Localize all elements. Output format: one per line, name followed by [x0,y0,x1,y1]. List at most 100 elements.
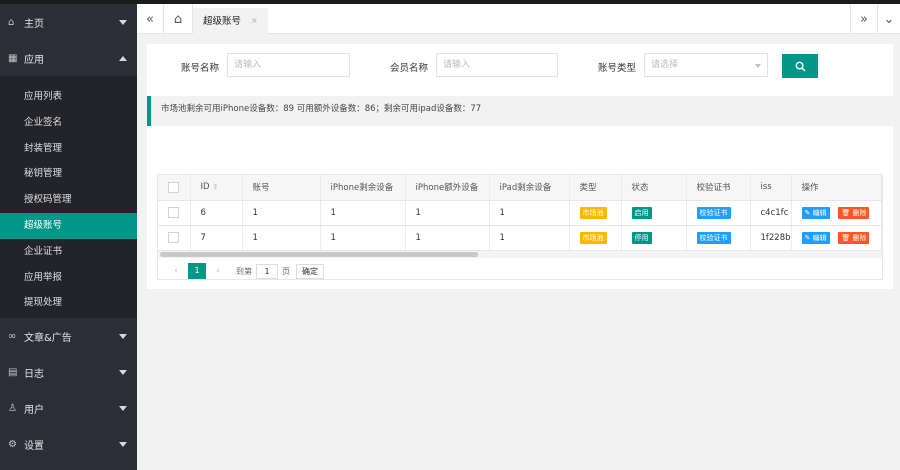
trash-icon: 🗑 [841,208,851,217]
edit-icon: ✎ [804,233,811,242]
sidebar-subitem[interactable]: 封装管理 [0,136,137,162]
column-header: 状态 [621,175,687,201]
sidebar-subitem[interactable]: 应用举报 [0,265,137,291]
column-header: 类型 [569,175,622,201]
select-all-checkbox[interactable] [168,181,179,193]
column-header: iss [750,175,792,201]
cell-id: 6 [190,200,243,226]
close-icon[interactable]: × [251,16,258,25]
check-cert-button[interactable]: 校验证书 [696,206,731,219]
sidebar-item-settings[interactable]: ⚙ 设置 [0,426,137,462]
sort-icon[interactable]: ⇕ [213,183,219,191]
filter-bar: 账号名称 请输入 会员名称 请输入 账号类型 请选择 [147,44,893,92]
table-row: 7 1 1 1 1 市场池 停用 校验证书 1f228b ✎ 编辑 🗑 删除 [158,225,883,251]
home-tab-icon[interactable]: ⌂ [167,4,189,34]
main-area: « ⌂ 超级账号 × » ⌄ 账号名称 请输入 会员名称 请输入 账号类型 请选… [137,4,900,470]
sidebar-item-apps[interactable]: ▦ 应用 [0,40,137,76]
sidebar-subitem[interactable]: 秘钥管理 [0,161,137,187]
cell-actions: ✎ 编辑 🗑 删除 [791,200,883,226]
cell-iphone-extra: 1 [405,225,490,251]
trash-icon: 🗑 [841,233,851,242]
sidebar-subitem[interactable]: 应用列表 [0,84,137,110]
search-icon [795,61,805,71]
row-select-cell [158,200,191,226]
member-name-input[interactable]: 请输入 [436,53,558,77]
delete-label: 删除 [852,233,867,242]
gear-icon: ⚙ [8,438,17,450]
status-badge: 启用 [631,206,652,219]
chevron-down-icon [119,441,127,447]
select-all-cell [158,175,191,201]
delete-button[interactable]: 🗑 删除 [838,231,870,244]
sidebar-item-label: 主页 [24,18,44,30]
cell-iphone-extra: 1 [405,200,490,226]
tab-super-account[interactable]: 超级账号 × [193,8,268,34]
content-card: 账号名称 请输入 会员名称 请输入 账号类型 请选择 市场池剩余可用iPhone… [147,44,893,289]
sidebar-item-label: 设置 [24,440,44,452]
current-page[interactable]: 1 [188,263,206,279]
next-page-icon[interactable]: › [210,266,226,276]
cell-ipad-left: 1 [489,225,570,251]
chevron-down-icon [119,19,127,25]
account-type-label: 账号类型 [598,63,637,74]
cell-account: 1 [242,200,321,226]
sidebar-subitem[interactable]: 企业签名 [0,110,137,136]
edit-button[interactable]: ✎ 编辑 [801,231,830,244]
cell-account: 1 [242,225,321,251]
column-header-id[interactable]: ID ⇕ [190,175,243,201]
cell-iss: 1f228b [750,225,792,251]
prev-page-icon[interactable]: ‹ [168,266,184,276]
tabs-scroll-left-icon[interactable]: « [139,4,161,34]
select-placeholder: 请选择 [651,60,679,70]
account-name-input[interactable]: 请输入 [227,53,350,77]
cell-iphone-left: 1 [320,225,406,251]
sidebar-subitem[interactable]: 提现处理 [0,290,137,316]
edit-button[interactable]: ✎ 编辑 [801,206,830,219]
cell-id: 7 [190,225,243,251]
sidebar-item-users[interactable]: ♙ 用户 [0,390,137,426]
chevron-up-icon [119,55,127,61]
delete-button[interactable]: 🗑 删除 [838,206,870,219]
accounts-table: ID ⇕ 账号 iPhone剩余设备 iPhone额外设备 iPad剩余设备 类型… [157,174,883,280]
divider [163,4,164,34]
account-name-label: 账号名称 [181,63,220,74]
goto-label: 到第 [236,266,252,276]
sidebar-subitem[interactable]: 企业证书 [0,239,137,265]
goto-confirm-button[interactable]: 确定 [296,263,324,279]
chevron-down-icon[interactable]: ⌄ [878,4,900,34]
cell-type: 市场池 [569,225,622,251]
app-root: ⌂ 主页 ▦ 应用 应用列表 企业签名 封装管理 秘钥管理 授权码管理 超级账号… [0,0,900,470]
search-button[interactable] [782,54,818,78]
chevron-down-icon [119,333,127,339]
goto-page-input[interactable]: 1 [256,263,278,279]
horizontal-scrollbar[interactable] [160,252,478,257]
user-icon: ♙ [8,402,17,414]
row-checkbox[interactable] [168,232,179,243]
type-badge: 市场池 [579,206,607,219]
tabs-scroll-right-icon[interactable]: » [853,4,875,34]
cell-cert: 校验证书 [686,200,751,226]
member-name-label: 会员名称 [390,63,429,74]
column-label: ID [200,182,210,193]
account-type-select[interactable]: 请选择 [644,53,768,77]
device-count-notice: 市场池剩余可用iPhone设备数：89 可用额外设备数：86；剩余可用ipad设… [147,96,893,126]
apps-icon: ▦ [8,52,18,64]
tab-label: 超级账号 [203,16,242,27]
table-row: 6 1 1 1 1 市场池 启用 校验证书 c4c1fc ✎ 编辑 🗑 删除 [158,200,883,226]
check-cert-button[interactable]: 校验证书 [696,231,731,244]
sidebar-item-articles[interactable]: ∞ 文章&广告 [0,318,137,354]
edit-label: 编辑 [812,233,827,242]
link-icon: ∞ [8,330,17,342]
sidebar-item-home[interactable]: ⌂ 主页 [0,4,137,40]
cell-iphone-left: 1 [320,200,406,226]
type-badge: 市场池 [579,231,607,244]
sidebar-subitem[interactable]: 授权码管理 [0,187,137,213]
column-header: iPhone额外设备 [405,175,490,201]
sidebar-item-logs[interactable]: ▤ 日志 [0,354,137,390]
divider [850,4,851,34]
page-unit-label: 页 [282,266,290,276]
sidebar-subitem-active[interactable]: 超级账号 [0,212,137,239]
cell-type: 市场池 [569,200,622,226]
row-checkbox[interactable] [168,207,179,218]
tab-bar: « ⌂ 超级账号 × » ⌄ [137,4,900,34]
